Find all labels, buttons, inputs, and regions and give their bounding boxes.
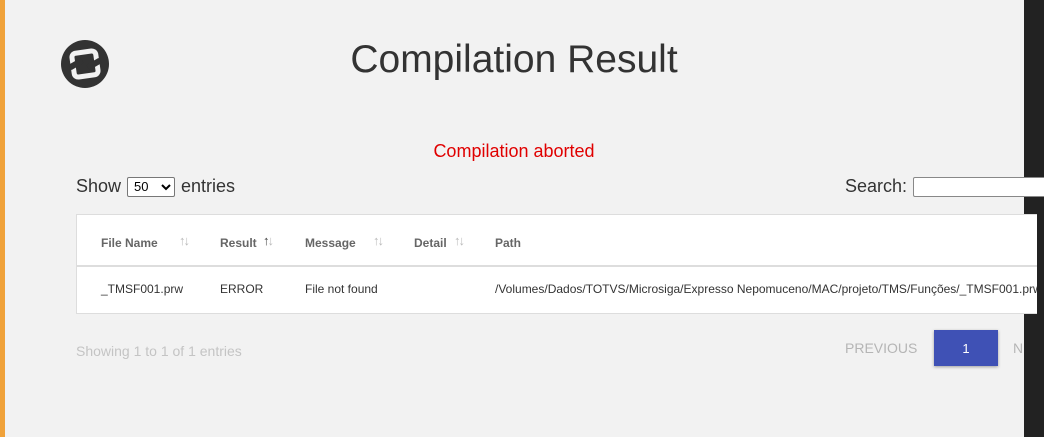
column-header-result[interactable]: Result [220, 215, 257, 265]
sort-icon[interactable]: ↑↓ [454, 233, 465, 248]
column-header-message[interactable]: Message [305, 215, 356, 265]
page-1-button[interactable]: 1 [934, 330, 998, 366]
column-header-path[interactable]: Path [495, 215, 521, 265]
page-length-select[interactable]: 102550100 [127, 176, 176, 197]
page-length-control: Show 102550100 entries [76, 176, 235, 197]
show-label: Show [76, 176, 122, 196]
compilation-status: Compilation aborted [433, 141, 595, 161]
search-input[interactable] [913, 176, 1044, 197]
sort-ascending-icon[interactable]: ↑↓ [263, 233, 274, 248]
sort-icon[interactable]: ↑↓ [373, 233, 384, 248]
cell-result: ERROR [220, 282, 264, 296]
next-page-button[interactable]: NEXT [1013, 340, 1024, 356]
search-label: Search: [845, 176, 908, 196]
results-table: File Name ↑↓ Result ↑↓ Message ↑↓ Detail… [76, 214, 1037, 314]
previous-page-button[interactable]: PREVIOUS [845, 340, 917, 356]
sort-icon[interactable]: ↑↓ [179, 233, 190, 248]
search-control: Search: [845, 176, 1044, 197]
cell-message: File not found [305, 282, 378, 296]
column-header-detail[interactable]: Detail [414, 215, 447, 265]
page-title: Compilation Result [350, 38, 678, 81]
cell-path: /Volumes/Dados/TOTVS/Microsiga/Expresso … [495, 282, 1037, 296]
column-header-file-name[interactable]: File Name [101, 215, 158, 265]
cell-file-name: _TMSF001.prw [101, 282, 184, 296]
entries-label: entries [181, 176, 236, 196]
table-header: File Name ↑↓ Result ↑↓ Message ↑↓ Detail… [77, 215, 1037, 267]
table-info: Showing 1 to 1 of 1 entries [76, 343, 242, 359]
